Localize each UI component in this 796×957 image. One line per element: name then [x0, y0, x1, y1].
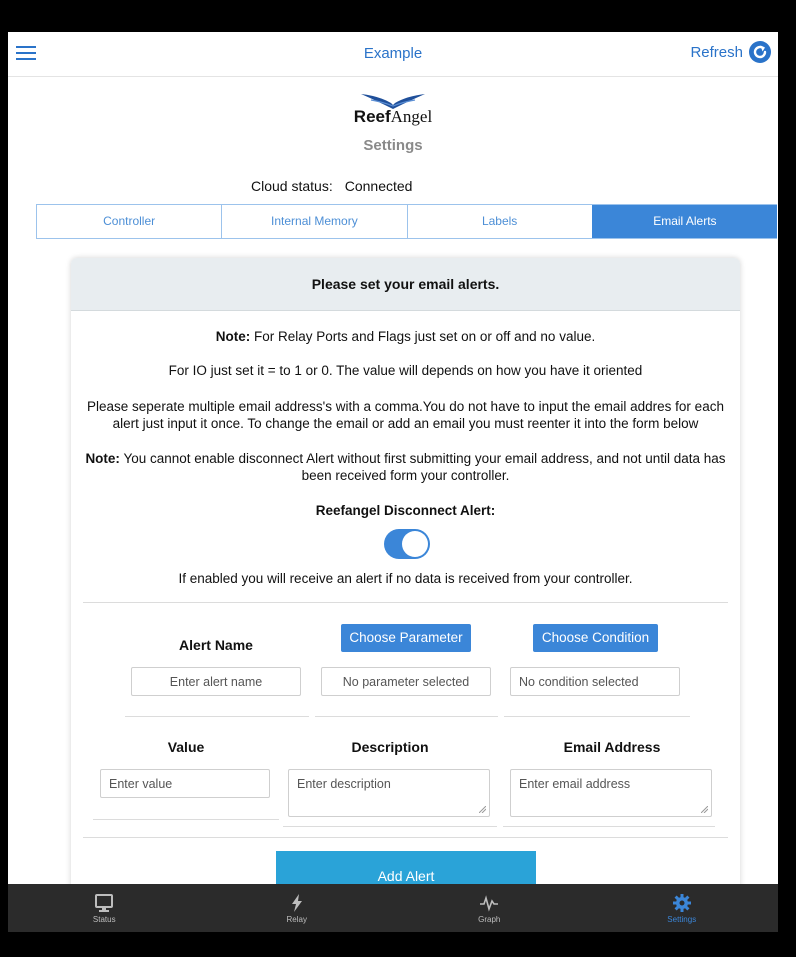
nav-label: Settings	[667, 914, 697, 924]
nav-status[interactable]: Status	[8, 884, 201, 932]
note-bold: Note:	[85, 451, 120, 466]
nav-label: Relay	[286, 914, 307, 924]
divider	[315, 716, 498, 717]
email-address-label: Email Address	[563, 739, 661, 755]
alert-name-input[interactable]: Enter alert name	[131, 667, 301, 696]
email-alerts-card: Please set your email alerts. Note: For …	[71, 258, 740, 932]
disconnect-alert-label: Reefangel Disconnect Alert:	[315, 503, 496, 518]
note-io: For IO just set it = to 1 or 0. The valu…	[168, 363, 643, 378]
email-address-textarea[interactable]: Enter email address	[510, 769, 712, 817]
resize-grip-icon[interactable]	[479, 806, 486, 813]
logo-text-rest: Angel	[390, 107, 433, 126]
description-textarea[interactable]: Enter description	[288, 769, 490, 817]
lightning-icon	[291, 893, 302, 912]
note-text: You cannot enable disconnect Alert witho…	[119, 451, 726, 483]
cloud-status-label: Cloud status:	[251, 178, 333, 194]
divider	[93, 819, 279, 820]
choose-parameter-button[interactable]: Choose Parameter	[341, 624, 471, 652]
monitor-icon	[95, 893, 114, 912]
note-bold: Note:	[215, 329, 251, 344]
note-relay-ports: Note: For Relay Ports and Flags just set…	[71, 328, 740, 345]
choose-condition-button[interactable]: Choose Condition	[533, 624, 658, 652]
divider	[283, 826, 497, 827]
cloud-status-value: Connected	[344, 178, 413, 194]
gear-icon	[672, 893, 691, 912]
tab-labels[interactable]: Labels	[406, 205, 592, 238]
divider	[83, 837, 728, 838]
value-label: Value	[167, 739, 205, 755]
app-title: Example	[363, 45, 423, 62]
reefangel-logo: ReefAngel	[8, 92, 778, 127]
bottom-nav: Status Relay Graph Settings	[8, 884, 778, 932]
tab-internal-memory[interactable]: Internal Memory	[221, 205, 407, 238]
tab-controller[interactable]: Controller	[36, 205, 222, 238]
cloud-status: Cloud status: Connected	[251, 178, 412, 194]
divider	[83, 602, 728, 603]
page-title: Settings	[363, 137, 423, 154]
pulse-icon	[480, 894, 499, 912]
condition-field[interactable]: No condition selected	[510, 667, 680, 696]
tab-email-alerts[interactable]: Email Alerts	[591, 205, 777, 238]
card-heading: Please set your email alerts.	[71, 258, 740, 311]
refresh-button[interactable]: Refresh	[690, 40, 772, 64]
description-label: Description	[351, 739, 429, 755]
nav-graph[interactable]: Graph	[393, 884, 586, 932]
note-text: For Relay Ports and Flags just set on or…	[250, 329, 596, 344]
divider	[503, 826, 715, 827]
divider	[504, 716, 690, 717]
value-input[interactable]: Enter value	[100, 769, 270, 798]
logo-text-bold: Reef	[353, 107, 391, 126]
note-email-separation: Please seperate multiple email address's…	[87, 399, 724, 431]
divider	[125, 716, 309, 717]
app-frame: Example Refresh ReefAngel Settings Cloud…	[8, 32, 778, 932]
top-bar: Example Refresh	[8, 32, 778, 77]
refresh-label: Refresh	[690, 43, 743, 61]
disconnect-alert-toggle[interactable]	[384, 529, 430, 559]
nav-relay[interactable]: Relay	[201, 884, 394, 932]
nav-settings[interactable]: Settings	[586, 884, 779, 932]
alert-name-label: Alert Name	[179, 637, 253, 653]
disconnect-alert-description: If enabled you will receive an alert if …	[178, 571, 633, 586]
nav-label: Graph	[478, 914, 501, 924]
description-placeholder: Enter description	[297, 777, 391, 791]
email-placeholder: Enter email address	[519, 777, 631, 791]
refresh-icon	[749, 41, 771, 63]
parameter-field[interactable]: No parameter selected	[321, 667, 491, 696]
resize-grip-icon[interactable]	[701, 806, 708, 813]
note-disconnect: Note: You cannot enable disconnect Alert…	[77, 450, 734, 484]
settings-tabs: Controller Internal Memory Labels Email …	[36, 204, 777, 239]
nav-label: Status	[92, 914, 116, 924]
